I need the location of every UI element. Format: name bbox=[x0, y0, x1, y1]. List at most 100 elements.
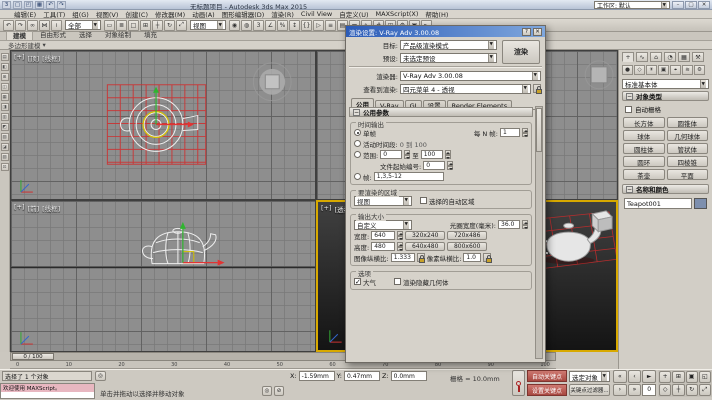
viewport-menu-general[interactable]: [+] bbox=[14, 203, 25, 213]
preset-320x240-button[interactable]: 320x240 bbox=[405, 231, 445, 240]
viewport-top[interactable]: [+] [顶] [线框] bbox=[10, 50, 316, 200]
preset-dropdown[interactable]: 未选定预设 ▼ bbox=[400, 53, 497, 63]
modify-tab-icon[interactable]: ∿ bbox=[636, 52, 648, 62]
docked-tool-icon-9[interactable]: ▧ bbox=[1, 133, 9, 141]
viewport-front[interactable]: [+] [前] [线框] bbox=[10, 200, 316, 352]
primitive-button[interactable]: 几何球体 bbox=[667, 130, 709, 141]
output-size-dropdown[interactable]: 自定义 ▼ bbox=[354, 220, 412, 230]
align-icon[interactable]: ≡ bbox=[325, 20, 336, 31]
select-link-icon[interactable]: ∞ bbox=[27, 20, 38, 31]
chevron-down-icon[interactable]: ▾ bbox=[43, 41, 46, 49]
frames-field[interactable]: 1,3,5-12 bbox=[374, 172, 444, 181]
select-move-icon[interactable]: ┼ bbox=[152, 20, 163, 31]
menu-item[interactable]: 图形编辑器(D) bbox=[222, 9, 265, 19]
render-button[interactable]: 渲染 bbox=[502, 40, 540, 64]
docked-tool-icon-3[interactable]: ⊞ bbox=[1, 73, 9, 81]
shapes-icon[interactable]: ◇ bbox=[634, 65, 645, 75]
z-coordinate-field[interactable]: 0.0mm bbox=[391, 371, 427, 381]
time-slider-handle[interactable]: 0 / 100 bbox=[12, 353, 54, 360]
aperture-field[interactable]: 36.0 bbox=[498, 220, 520, 229]
zoom-all-icon[interactable]: ⊞ bbox=[672, 371, 684, 383]
dialog-scrollbar[interactable] bbox=[535, 106, 543, 359]
key-selection-dropdown[interactable]: 选定对象 ▼ bbox=[569, 371, 610, 382]
docked-tool-icon-6[interactable]: ◨ bbox=[1, 103, 9, 111]
primitive-button[interactable]: 茶壶 bbox=[623, 169, 665, 180]
spinner[interactable] bbox=[445, 150, 451, 159]
every-nth-field[interactable]: 1 bbox=[500, 128, 520, 137]
motion-tab-icon[interactable]: ◔ bbox=[664, 52, 676, 62]
helpers-icon[interactable]: ⌖ bbox=[670, 65, 681, 75]
single-frame-radio[interactable] bbox=[354, 129, 361, 136]
prev-frame-icon[interactable]: ‹ bbox=[628, 370, 642, 383]
docked-tool-icon-2[interactable]: ◧ bbox=[1, 63, 9, 71]
spinner-snap-icon[interactable]: ↕ bbox=[289, 20, 300, 31]
viewport-menu-general[interactable]: [+] bbox=[14, 53, 25, 63]
select-scale-icon[interactable]: ⤢ bbox=[176, 20, 187, 31]
undo-icon[interactable]: ↶ bbox=[3, 20, 14, 31]
object-name-field[interactable]: Teapot001 bbox=[624, 198, 692, 209]
spinner[interactable] bbox=[397, 242, 403, 251]
range-radio[interactable] bbox=[354, 151, 361, 158]
active-segment-radio[interactable] bbox=[354, 140, 361, 147]
zoom-extents-all-icon[interactable]: ◱ bbox=[699, 371, 711, 383]
current-time-field[interactable]: 0 bbox=[642, 384, 656, 397]
primitive-button[interactable]: 圆柱体 bbox=[623, 143, 665, 154]
menu-item[interactable]: 修改器(M) bbox=[155, 9, 185, 19]
angle-snap-icon[interactable]: ∠ bbox=[265, 20, 276, 31]
zoom-extents-icon[interactable]: ▣ bbox=[686, 371, 698, 383]
maximize-button[interactable]: ▢ bbox=[685, 1, 697, 9]
menu-item[interactable]: 帮助(H) bbox=[425, 9, 448, 19]
snaps-toggle-icon[interactable]: 3 bbox=[253, 20, 264, 31]
primitive-button[interactable]: 球体 bbox=[623, 130, 665, 141]
auto-key-toggle[interactable]: 自动关键点 bbox=[527, 370, 567, 382]
object-color-swatch[interactable] bbox=[694, 198, 707, 209]
viewport-menu-shading[interactable]: [线框] bbox=[42, 203, 60, 213]
select-by-name-icon[interactable]: ≣ bbox=[116, 20, 127, 31]
select-manipulate-icon[interactable]: ◍ bbox=[241, 20, 252, 31]
listener-input[interactable] bbox=[1, 392, 94, 398]
menu-item[interactable]: 组(G) bbox=[72, 9, 89, 19]
primitive-button[interactable]: 圆环 bbox=[623, 156, 665, 167]
spinner[interactable] bbox=[404, 150, 410, 159]
image-aspect-field[interactable]: 1.333 bbox=[391, 253, 415, 262]
ribbon-panel-label[interactable]: 多边形建模 bbox=[8, 40, 41, 50]
area-mode-dropdown[interactable]: 视图 ▼ bbox=[354, 196, 412, 206]
docked-tool-icon-4[interactable]: ◫ bbox=[1, 83, 9, 91]
height-field[interactable]: 480 bbox=[371, 242, 395, 251]
renderer-dropdown[interactable]: V-Ray Adv 3.00.08 ▼ bbox=[400, 71, 541, 81]
name-color-rollout[interactable]: − 名称和颜色 bbox=[622, 184, 709, 194]
set-keys-button[interactable] bbox=[512, 370, 525, 396]
dialog-close-button[interactable]: ✕ bbox=[533, 28, 542, 36]
y-coordinate-field[interactable]: 0.47mm bbox=[344, 371, 380, 381]
bind-spacewarp-icon[interactable]: ≀ bbox=[51, 20, 62, 31]
go-end-icon[interactable]: » bbox=[628, 384, 642, 397]
lights-icon[interactable]: ☀ bbox=[646, 65, 657, 75]
app-logo-icon[interactable]: 3 bbox=[2, 1, 11, 9]
key-filters-button[interactable]: 关键点过滤器... bbox=[569, 384, 610, 396]
preset-720x486-button[interactable]: 720x486 bbox=[447, 231, 487, 240]
maximize-viewport-icon[interactable]: ⤢ bbox=[699, 384, 711, 397]
create-tab-icon[interactable]: + bbox=[622, 52, 634, 62]
minimize-button[interactable]: – bbox=[672, 1, 684, 9]
primitive-button[interactable]: 管状体 bbox=[667, 143, 709, 154]
zoom-icon[interactable]: + bbox=[659, 371, 671, 383]
play-icon[interactable]: ► bbox=[642, 370, 656, 383]
display-tab-icon[interactable]: ▦ bbox=[678, 52, 690, 62]
primitive-button[interactable]: 四棱锥 bbox=[667, 156, 709, 167]
set-key-toggle[interactable]: 设置关键点 bbox=[527, 384, 567, 396]
viewport-menu-general[interactable]: [+] bbox=[321, 204, 332, 214]
atmosphere-checkbox[interactable] bbox=[354, 278, 361, 285]
new-file-icon[interactable]: ▢ bbox=[13, 1, 22, 9]
lock-view-icon[interactable] bbox=[533, 84, 541, 93]
docked-tool-icon-12[interactable]: ⊡ bbox=[1, 163, 9, 171]
primitive-button[interactable]: 长方体 bbox=[623, 117, 665, 128]
viewport-menu-pov[interactable]: [顶] bbox=[28, 53, 40, 63]
redo-icon[interactable]: ↷ bbox=[15, 20, 26, 31]
viewport-menu-shading[interactable]: [线框] bbox=[42, 53, 60, 63]
mirror-icon[interactable]: ▷ bbox=[313, 20, 324, 31]
geometry-icon[interactable]: ● bbox=[622, 65, 633, 75]
view-to-render-dropdown[interactable]: 四元菜单 4 - 透视 ▼ bbox=[400, 84, 531, 94]
select-object-icon[interactable]: ▭ bbox=[104, 20, 115, 31]
close-button[interactable]: ✕ bbox=[698, 1, 710, 9]
orbit-icon[interactable]: ↻ bbox=[686, 384, 698, 397]
